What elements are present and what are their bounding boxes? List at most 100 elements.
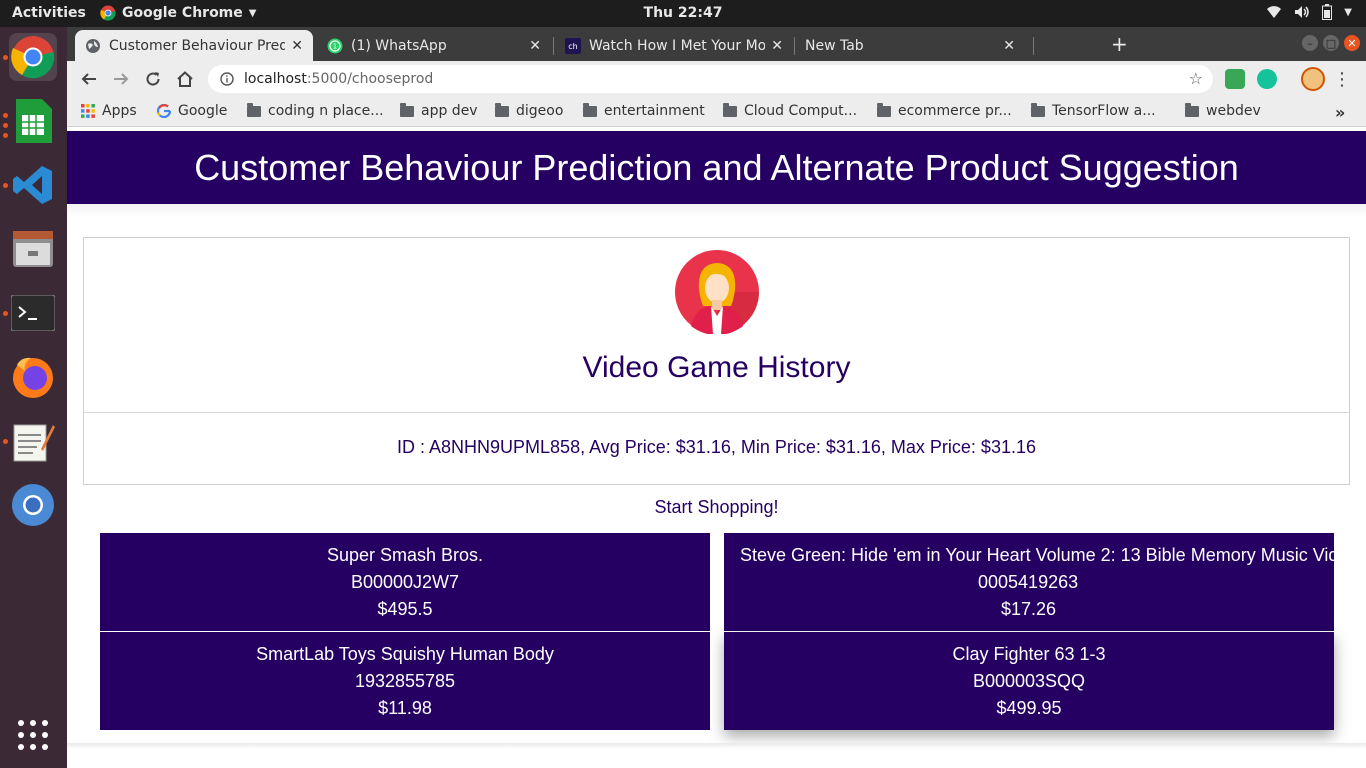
web-page: Customer Behaviour Prediction and Altern… [67, 131, 1366, 768]
running-indicator [3, 123, 8, 128]
bookmark-folder[interactable]: webdev [1185, 102, 1261, 119]
system-tray[interactable]: ▼ [1266, 4, 1352, 20]
product-price: $17.26 [1001, 599, 1057, 619]
volume-icon [1295, 6, 1310, 18]
bookmarks-overflow-button[interactable]: » [1335, 103, 1345, 122]
dock-terminal[interactable] [9, 289, 57, 337]
user-avatar-icon [675, 250, 759, 334]
tab-title: Customer Behaviour Prediction and Altern… [109, 37, 286, 54]
folder-icon [247, 102, 261, 117]
bookmark-label: webdev [1206, 103, 1261, 119]
arrow-right-icon [114, 73, 129, 85]
dock-firefox[interactable] [9, 353, 57, 401]
address-bar[interactable]: localhost:5000/chooseprod ☆ [208, 65, 1213, 93]
bookmark-folder[interactable]: app dev [400, 102, 478, 119]
menu-kebab-icon[interactable]: ⋮ [1331, 68, 1353, 90]
bookmarks-bar: Apps Google coding n place... app dev di… [67, 97, 1366, 127]
window-close-button[interactable]: ✕ [1344, 35, 1360, 51]
firefox-icon [13, 357, 53, 398]
folder-icon [583, 102, 597, 117]
product-id: B000003SQQ [972, 671, 1086, 691]
tab-new-tab[interactable]: New Tab ✕ [795, 30, 1025, 61]
bookmark-star-icon[interactable]: ☆ [1189, 69, 1203, 88]
battery-icon [1322, 4, 1333, 20]
dock-text-editor[interactable] [9, 417, 57, 465]
running-indicator [3, 439, 8, 444]
bookmark-folder[interactable]: coding n place... [247, 102, 384, 119]
bookmark-google[interactable]: Google [157, 103, 227, 119]
close-icon[interactable]: ✕ [771, 38, 783, 54]
minimize-button[interactable]: – [1302, 35, 1318, 51]
apps-grid-icon [81, 104, 95, 118]
product-name: Clay Fighter 63 1-3 [952, 644, 1106, 664]
activities-button[interactable]: Activities [12, 5, 86, 21]
card-divider [84, 412, 1349, 413]
running-indicator [3, 113, 8, 118]
home-icon [177, 71, 193, 87]
product-price: $11.98 [378, 698, 432, 718]
bookmark-label: Google [178, 103, 228, 119]
url-path: :5000/chooseprod [306, 71, 434, 87]
new-tab-button[interactable]: + [1111, 32, 1128, 56]
dock-spreadsheet[interactable] [9, 97, 57, 145]
chrome-icon [11, 36, 55, 79]
running-indicator [3, 183, 8, 188]
bookmark-folder[interactable]: ecommerce pr... [877, 102, 1012, 119]
dock-chromium[interactable] [9, 481, 57, 529]
running-indicator [3, 55, 8, 60]
svg-text:ch: ch [568, 42, 577, 51]
tab-title: New Tab [805, 37, 864, 54]
url-host: localhost [244, 71, 307, 87]
forward-button[interactable] [110, 68, 132, 90]
close-icon[interactable]: ✕ [529, 38, 541, 54]
close-icon[interactable]: ✕ [291, 38, 303, 54]
product-name: Steve Green: Hide 'em in Your Heart Volu… [740, 545, 1334, 565]
user-history-card: Video Game History ID : A8NHN9UPML858, A… [83, 237, 1350, 485]
dock-vscode[interactable] [9, 161, 57, 209]
product-card[interactable]: Steve Green: Hide 'em in Your Heart Volu… [724, 533, 1334, 631]
bookmark-folder[interactable]: entertainment [583, 102, 705, 119]
dock-files[interactable] [9, 225, 57, 273]
reload-button[interactable] [142, 68, 164, 90]
chromium-icon [12, 484, 54, 526]
product-name: SmartLab Toys Squishy Human Body [256, 644, 554, 664]
site-header: Customer Behaviour Prediction and Altern… [67, 131, 1366, 204]
grammarly-icon[interactable] [1257, 69, 1277, 89]
page-bottom-shadow [67, 743, 1366, 749]
product-id: B00000J2W7 [350, 572, 460, 592]
bookmark-label: app dev [421, 103, 478, 119]
running-indicator [3, 311, 8, 316]
text-editor-icon [13, 424, 55, 462]
bookmark-folder[interactable]: TensorFlow a... [1031, 102, 1156, 119]
dock-chrome[interactable] [9, 33, 57, 81]
product-card[interactable]: SmartLab Toys Squishy Human Body 1932855… [100, 632, 710, 730]
maximize-button[interactable]: □ [1323, 35, 1339, 51]
home-button[interactable] [174, 68, 196, 90]
product-price: $499.95 [996, 698, 1062, 718]
product-id: 0005419263 [978, 572, 1079, 592]
back-button[interactable] [78, 68, 100, 90]
product-card[interactable]: Super Smash Bros. B00000J2W7 $495.5 [100, 533, 710, 631]
product-card[interactable]: Clay Fighter 63 1-3 B000003SQQ $499.95 [724, 632, 1334, 730]
clock[interactable]: Thu 22:47 [644, 5, 723, 21]
close-icon[interactable]: ✕ [1003, 38, 1015, 54]
dock-show-apps[interactable] [9, 711, 57, 759]
files-icon [13, 231, 53, 267]
product-name: Super Smash Bros. [326, 545, 484, 565]
extension-download-icon[interactable] [1225, 69, 1245, 89]
bookmark-folder[interactable]: Cloud Comput... [723, 102, 857, 119]
tab-hotstar[interactable]: ch Watch How I Met Your Mother ✕ [555, 30, 793, 61]
power-menu-icon: ▼ [1344, 6, 1352, 18]
reload-icon [146, 72, 160, 86]
info-icon[interactable] [220, 72, 234, 86]
svg-text:1: 1 [333, 42, 337, 50]
folder-icon [1185, 102, 1199, 117]
tab-customer-behaviour[interactable]: Customer Behaviour Prediction and Altern… [75, 30, 313, 61]
profile-avatar[interactable] [1301, 67, 1325, 91]
whatsapp-icon: 1 [327, 38, 343, 53]
bookmark-apps[interactable]: Apps [81, 103, 137, 119]
app-menu[interactable]: Google Chrome ▼ [100, 5, 256, 21]
bookmark-folder[interactable]: digeoo [495, 102, 563, 119]
start-shopping-heading: Start Shopping! [654, 497, 779, 517]
tab-whatsapp[interactable]: 1 (1) WhatsApp ✕ [317, 30, 551, 61]
